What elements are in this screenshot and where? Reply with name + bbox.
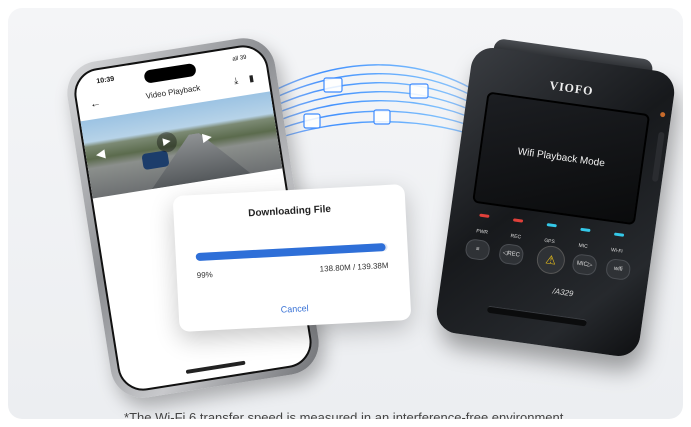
led-label: MIC	[578, 242, 589, 250]
dynamic-island	[143, 62, 197, 84]
dashcam-screen: Wifi Playback Mode	[472, 91, 651, 226]
disclaimer-text: *The Wi-Fi 6 transfer speed is measured …	[124, 410, 567, 419]
led-label: REC	[510, 233, 522, 241]
led-label: Wi-Fi	[610, 247, 623, 255]
cancel-button[interactable]: Cancel	[179, 298, 411, 320]
home-indicator	[185, 360, 246, 374]
progress-bar	[195, 242, 388, 262]
menu-icon[interactable]: ≡	[464, 238, 491, 262]
led-wifi: Wi-Fi	[604, 232, 631, 259]
led-indicator	[546, 223, 557, 228]
video-file-icon	[323, 77, 343, 93]
progress-percent: 99%	[196, 270, 214, 281]
dashcam: VIOFO Wifi Playback Mode PWR REC GPS MIC Wi-…	[433, 38, 678, 359]
download-dialog: Downloading File 99% 138.80M / 139.38M C…	[172, 184, 412, 332]
video-car	[141, 150, 170, 171]
led-pwr: PWR	[469, 213, 496, 240]
led-rec: REC	[503, 217, 530, 244]
rec-icon[interactable]: ◁REC	[498, 242, 525, 266]
next-icon[interactable]: ▶	[201, 129, 212, 144]
dialog-title: Downloading File	[247, 203, 332, 220]
status-icons: all 39	[231, 54, 248, 63]
led-indicator	[479, 213, 490, 218]
play-icon[interactable]: ▶	[155, 130, 179, 154]
image-file-icon	[303, 113, 321, 129]
promo-card: 10:39 all 39 ← Video Playback ⤓ ▮ ◀ ▶ ▶ …	[8, 8, 683, 419]
video-file-icon	[409, 83, 429, 99]
image-file-icon	[373, 109, 391, 125]
led-label: GPS	[543, 237, 556, 246]
screen-text: Wifi Playback Mode	[516, 146, 606, 170]
previous-icon[interactable]: ◀	[95, 146, 106, 161]
led-indicator	[512, 218, 524, 223]
progress-size: 138.80M / 139.38M	[319, 260, 389, 274]
progress-fill	[195, 243, 386, 262]
wifi-icon[interactable]: wifi	[604, 257, 632, 281]
led-indicator	[613, 232, 625, 237]
mic-icon[interactable]: MIC▷	[571, 253, 598, 277]
led-label: PWR	[475, 228, 489, 236]
led-indicator	[580, 227, 591, 233]
led-mic: MIC	[570, 227, 597, 254]
status-time: 10:39	[95, 75, 115, 86]
